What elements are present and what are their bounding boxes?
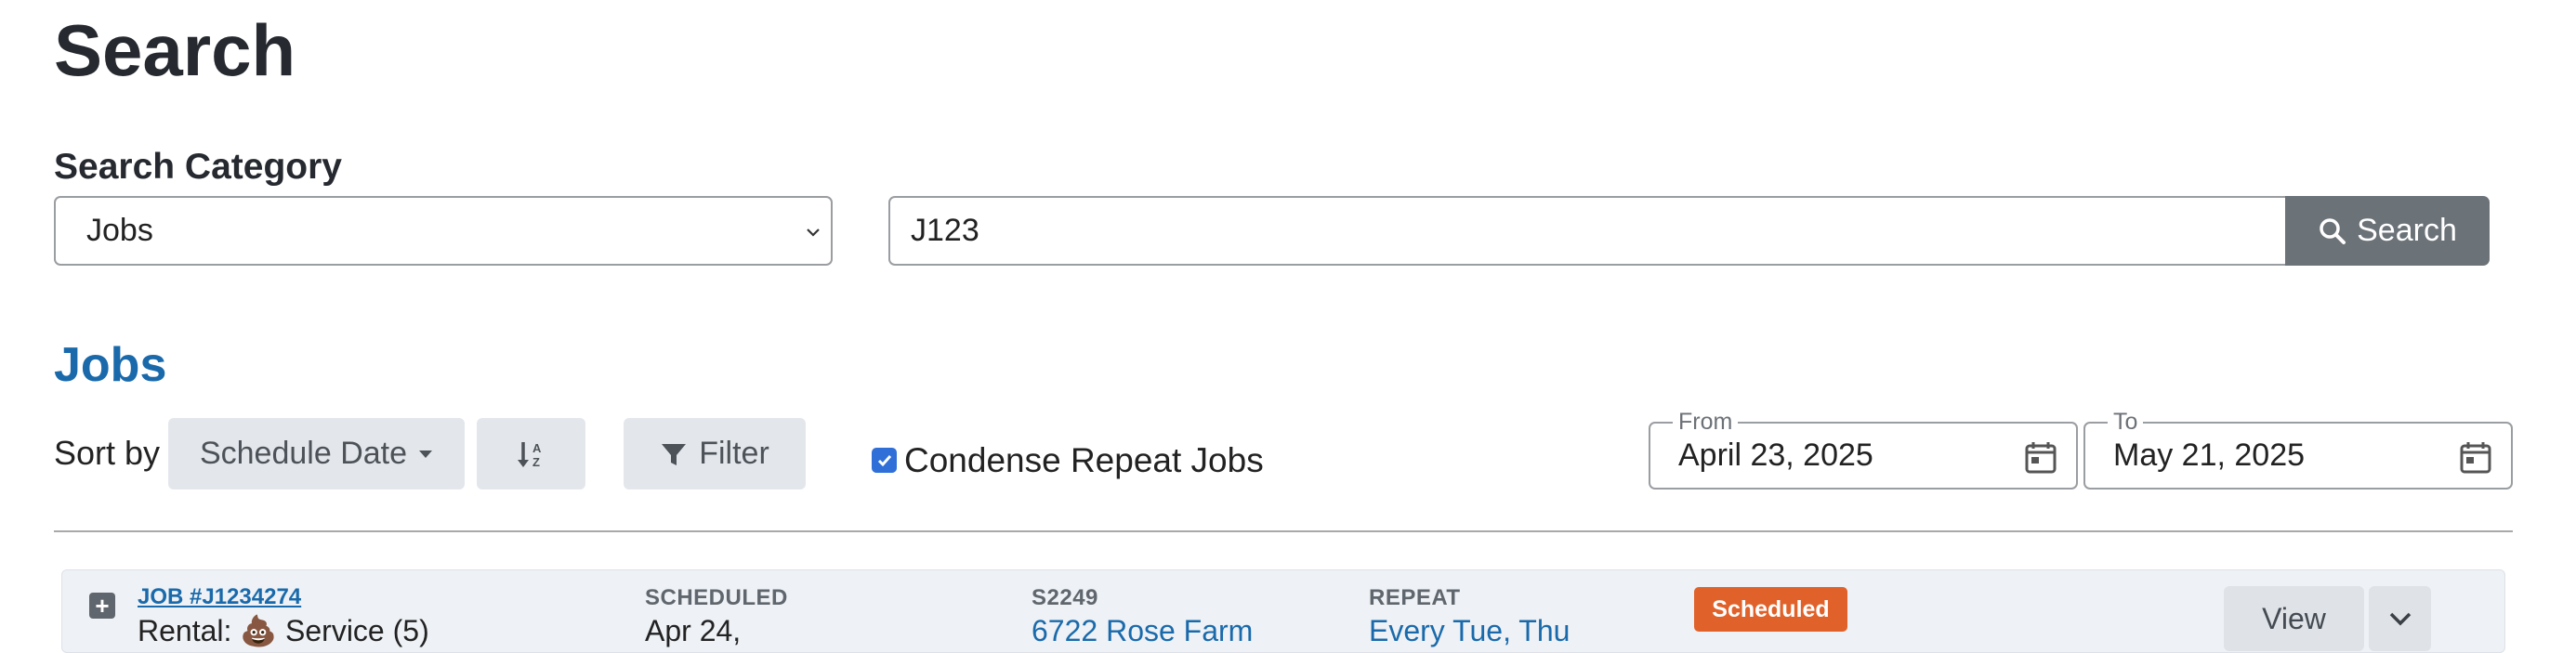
date-to-field[interactable]: To May 21, 2025 — [2083, 409, 2513, 490]
job-id-link[interactable]: JOB #J1234274 — [138, 583, 301, 611]
view-button[interactable]: View — [2224, 586, 2364, 651]
search-category-select[interactable]: Jobs — [54, 196, 833, 266]
search-button-label: Search — [2357, 213, 2457, 248]
sort-ascending-icon: A Z — [517, 441, 542, 469]
svg-text:Z: Z — [532, 455, 540, 469]
sort-direction-button[interactable]: A Z — [477, 418, 585, 490]
svg-text:A: A — [532, 441, 542, 455]
more-actions-button[interactable] — [2369, 586, 2431, 651]
caret-down-icon — [419, 450, 433, 458]
scheduled-value: Apr 24, — [645, 614, 742, 647]
search-input-value: J123 — [911, 213, 979, 248]
plus-icon[interactable]: + — [89, 593, 115, 619]
job-description: Rental: 💩 Service (5) — [138, 614, 429, 647]
date-from-field[interactable]: From April 23, 2025 — [1649, 409, 2078, 490]
search-button[interactable]: Search — [2285, 196, 2490, 266]
chevron-down-icon — [807, 229, 820, 237]
filter-button[interactable]: Filter — [624, 418, 806, 490]
repeat-label: REPEAT — [1369, 585, 1461, 610]
site-address-link[interactable]: 6722 Rose Farm — [1032, 613, 1253, 648]
sort-by-label: Sort by — [54, 434, 161, 472]
jobs-section-title: Jobs — [54, 338, 167, 392]
page-title: Search — [54, 9, 296, 91]
scheduled-label: SCHEDULED — [645, 585, 788, 610]
checkmark-icon — [877, 454, 891, 466]
site-label: S2249 — [1032, 585, 1098, 610]
calendar-icon[interactable] — [2457, 438, 2494, 476]
search-category-label: Search Category — [54, 147, 342, 187]
condense-repeat-jobs-label[interactable]: Condense Repeat Jobs — [904, 438, 1264, 484]
date-from-value: April 23, 2025 — [1678, 438, 1873, 473]
search-icon — [2320, 217, 2346, 244]
section-divider — [54, 530, 2513, 532]
status-badge: Scheduled — [1694, 587, 1847, 632]
condense-repeat-jobs-checkbox[interactable] — [872, 448, 897, 473]
chevron-down-icon — [2389, 612, 2411, 626]
search-category-value: Jobs — [86, 213, 153, 248]
calendar-icon[interactable] — [2022, 438, 2059, 476]
sort-field-dropdown[interactable]: Schedule Date — [168, 418, 465, 490]
filter-icon — [662, 443, 687, 465]
filter-button-label: Filter — [699, 436, 769, 471]
search-input[interactable]: J123 — [888, 196, 2285, 266]
sort-field-label: Schedule Date — [199, 436, 408, 471]
repeat-schedule-link[interactable]: Every Tue, Thu — [1369, 613, 1570, 648]
date-to-value: May 21, 2025 — [2113, 438, 2306, 473]
